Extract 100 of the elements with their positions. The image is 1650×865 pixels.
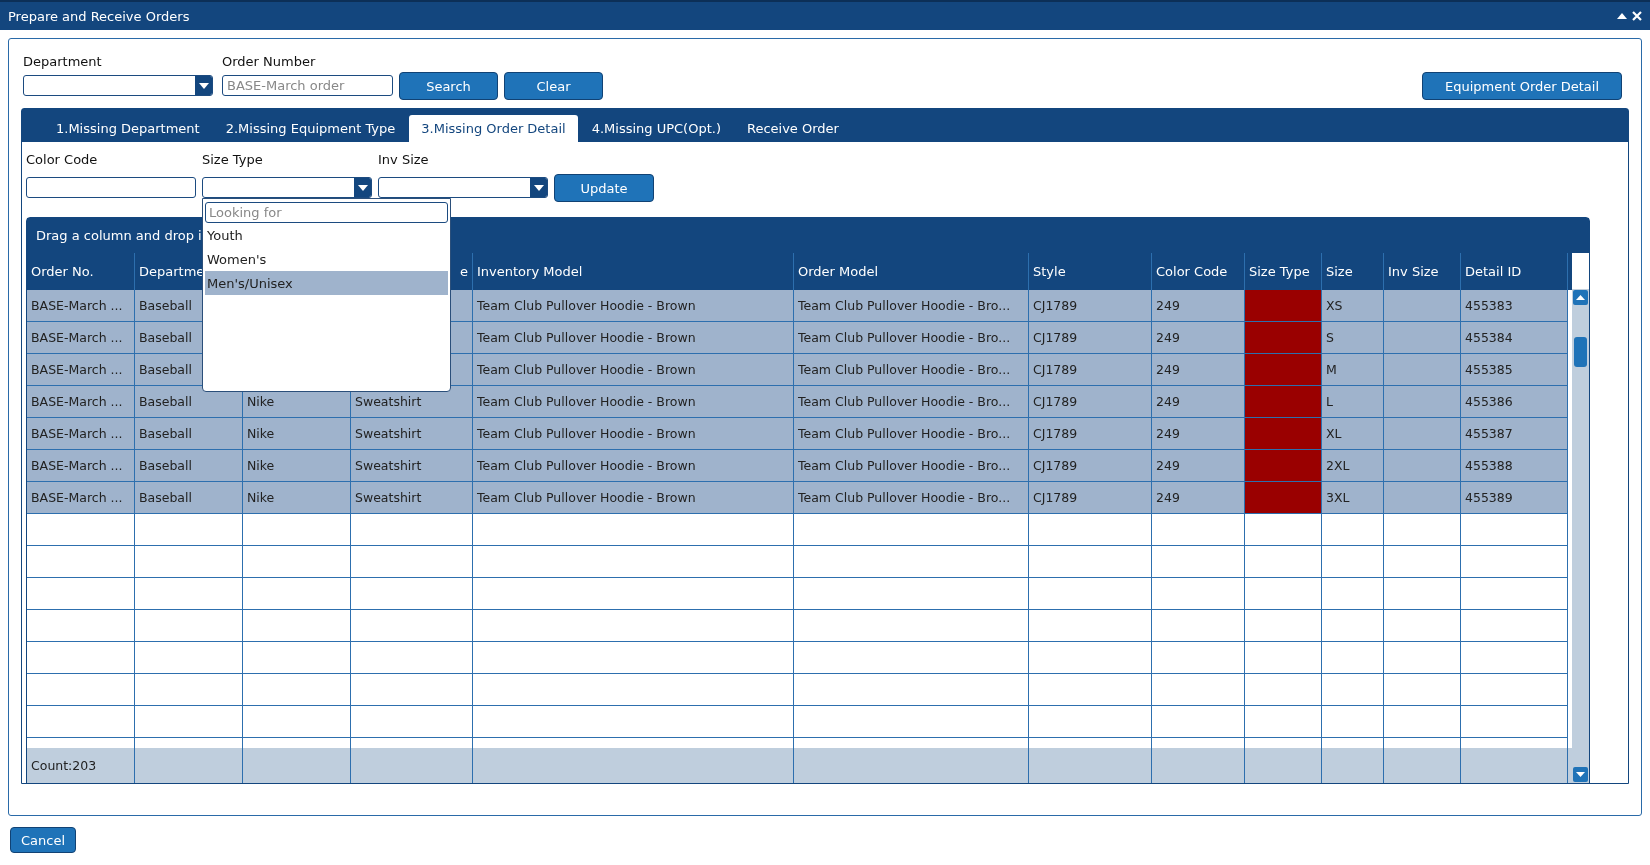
table-cell: XS (1322, 290, 1384, 322)
row-count: Count:203 (31, 758, 97, 773)
table-cell: 455385 (1461, 354, 1568, 386)
table-cell: Baseball (135, 418, 243, 450)
action-button[interactable]: Clear (504, 72, 603, 100)
field-label: Inv Size (378, 152, 430, 167)
table-cell: CJ1789 (1029, 418, 1152, 450)
scrollbar[interactable] (1572, 289, 1589, 783)
table-cell: 249 (1152, 482, 1245, 514)
table-cell: BASE-March ... (27, 322, 135, 354)
table-cell: CJ1789 (1029, 386, 1152, 418)
table-cell: M (1322, 354, 1384, 386)
table-cell: CJ1789 (1029, 290, 1152, 322)
detail-button[interactable]: Equipment Order Detail (1422, 72, 1622, 100)
table-cell: Team Club Pullover Hoodie - Brown (473, 354, 794, 386)
action-button[interactable]: Search (399, 72, 498, 100)
field-label: Size Type (202, 152, 264, 167)
table-cell (1322, 546, 1384, 578)
table-cell: 455389 (1461, 482, 1568, 514)
select-field[interactable] (378, 177, 548, 198)
table-cell: CJ1789 (1029, 450, 1152, 482)
table-cell: XL (1322, 418, 1384, 450)
scroll-down-icon[interactable] (1573, 767, 1588, 782)
dropdown-caret-icon[interactable] (195, 76, 212, 95)
table-cell: 3XL (1322, 482, 1384, 514)
table-cell: Sweatshirt (351, 450, 473, 482)
field-label: Color Code (26, 152, 99, 167)
table-cell (1322, 610, 1384, 642)
table-cell (1322, 706, 1384, 738)
table-cell: Sweatshirt (351, 418, 473, 450)
table-cell: Team Club Pullover Hoodie - Brown (473, 450, 794, 482)
table-cell: Team Club Pullover Hoodie - Bro... (794, 482, 1029, 514)
table-cell: CJ1789 (1029, 322, 1152, 354)
table-cell: Baseball (135, 386, 243, 418)
field-label: Order Number (222, 54, 317, 69)
table-cell: Team Club Pullover Hoodie - Brown (473, 386, 794, 418)
table-cell: Team Club Pullover Hoodie - Brown (473, 482, 794, 514)
table-cell: 2XL (1322, 450, 1384, 482)
table-cell: 455388 (1461, 450, 1568, 482)
table-cell: Team Club Pullover Hoodie - Bro... (794, 354, 1029, 386)
table-cell: Baseball (135, 450, 243, 482)
table-cell: Nike (243, 450, 351, 482)
tab[interactable]: 4.Missing UPC(Opt.) (579, 115, 733, 142)
color-code-field[interactable] (26, 177, 196, 198)
table-cell: L (1322, 386, 1384, 418)
table-cell: Nike (243, 482, 351, 514)
field-label: Department (23, 54, 103, 69)
update-button[interactable]: Update (554, 174, 654, 202)
collapse-icon[interactable] (1617, 13, 1627, 19)
table-cell: BASE-March ... (27, 290, 135, 322)
table-cell: Baseball (135, 482, 243, 514)
table-cell: BASE-March ... (27, 386, 135, 418)
table-cell: 249 (1152, 386, 1245, 418)
table-cell: 455383 (1461, 290, 1568, 322)
table-cell: BASE-March ... (27, 450, 135, 482)
close-icon[interactable] (1632, 11, 1642, 21)
table-cell (1322, 674, 1384, 706)
table-cell: CJ1789 (1029, 354, 1152, 386)
table-cell: Nike (243, 418, 351, 450)
table-cell: Team Club Pullover Hoodie - Bro... (794, 290, 1029, 322)
table-cell: Team Club Pullover Hoodie - Brown (473, 290, 794, 322)
cancel-button[interactable]: Cancel (10, 827, 77, 853)
table-cell (1322, 642, 1384, 674)
table-cell: Team Club Pullover Hoodie - Bro... (794, 450, 1029, 482)
table-cell: Team Club Pullover Hoodie - Brown (473, 322, 794, 354)
table-cell: S (1322, 322, 1384, 354)
table-cell: Sweatshirt (351, 482, 473, 514)
tab[interactable]: Receive Order (734, 115, 851, 142)
table-cell: Team Club Pullover Hoodie - Bro... (794, 322, 1029, 354)
table-cell: BASE-March ... (27, 482, 135, 514)
table-cell: Team Club Pullover Hoodie - Bro... (794, 386, 1029, 418)
department-select[interactable] (23, 75, 213, 96)
filter-field[interactable]: Looking for (205, 202, 448, 223)
table-cell (1322, 514, 1384, 546)
table-cell: 249 (1152, 354, 1245, 386)
table-cell: 455387 (1461, 418, 1568, 450)
tab[interactable]: 2.Missing Equipment Type (213, 115, 408, 142)
window-title: Prepare and Receive Orders (8, 8, 190, 24)
dropdown-caret-icon[interactable] (354, 178, 371, 197)
table-cell: 249 (1152, 322, 1245, 354)
table-cell: Team Club Pullover Hoodie - Brown (473, 418, 794, 450)
table-cell: Team Club Pullover Hoodie - Bro... (794, 418, 1029, 450)
table-cell: 455384 (1461, 322, 1568, 354)
table-cell: 455386 (1461, 386, 1568, 418)
tab[interactable]: 3.Missing Order Detail (409, 115, 578, 142)
table-cell: 249 (1152, 418, 1245, 450)
scroll-up-icon[interactable] (1573, 290, 1588, 305)
table-cell (1322, 578, 1384, 610)
order-number-field[interactable]: BASE-March order (222, 75, 393, 96)
tab[interactable]: 1.Missing Department (44, 115, 212, 142)
table-cell: 249 (1152, 290, 1245, 322)
dropdown-caret-icon[interactable] (530, 178, 547, 197)
group-hint: Drag a column and drop i (36, 228, 202, 243)
table-cell: 249 (1152, 450, 1245, 482)
table-cell: BASE-March ... (27, 354, 135, 386)
table-cell: CJ1789 (1029, 482, 1152, 514)
dropdown-option[interactable]: Men's/Unisex (205, 271, 448, 295)
dropdown-option[interactable]: Youth (205, 223, 448, 247)
table-cell: BASE-March ... (27, 418, 135, 450)
scroll-thumb[interactable] (1574, 337, 1587, 367)
